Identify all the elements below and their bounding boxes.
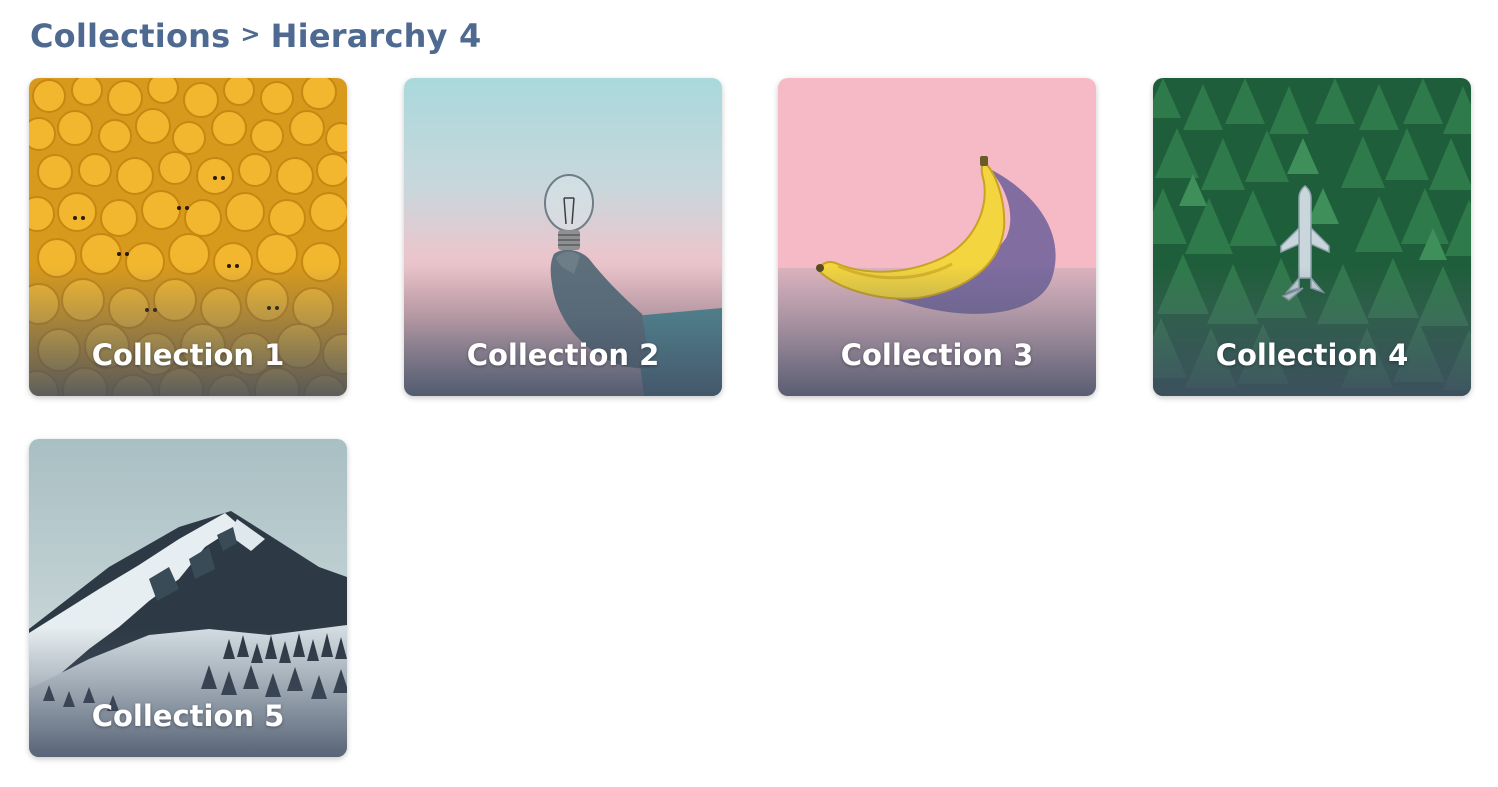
collection-card-3[interactable]: Collection 3 <box>778 78 1096 396</box>
collection-card-title: Collection 3 <box>840 338 1034 372</box>
breadcrumb-separator: > <box>240 20 261 48</box>
collection-card-2[interactable]: Collection 2 <box>404 78 722 396</box>
collection-card-1[interactable]: Collection 1 <box>29 78 347 396</box>
collection-card-title: Collection 4 <box>1215 338 1409 372</box>
breadcrumb-current-page: Hierarchy 4 <box>270 17 482 55</box>
collection-card-4[interactable]: Collection 4 <box>1153 78 1471 396</box>
collection-card-title: Collection 1 <box>91 338 285 372</box>
breadcrumb: Collections > Hierarchy 4 <box>30 14 482 58</box>
collection-card-title: Collection 2 <box>466 338 660 372</box>
collection-card-5[interactable]: Collection 5 <box>29 439 347 757</box>
breadcrumb-collections-link[interactable]: Collections <box>30 17 230 55</box>
collection-card-title: Collection 5 <box>91 699 285 733</box>
